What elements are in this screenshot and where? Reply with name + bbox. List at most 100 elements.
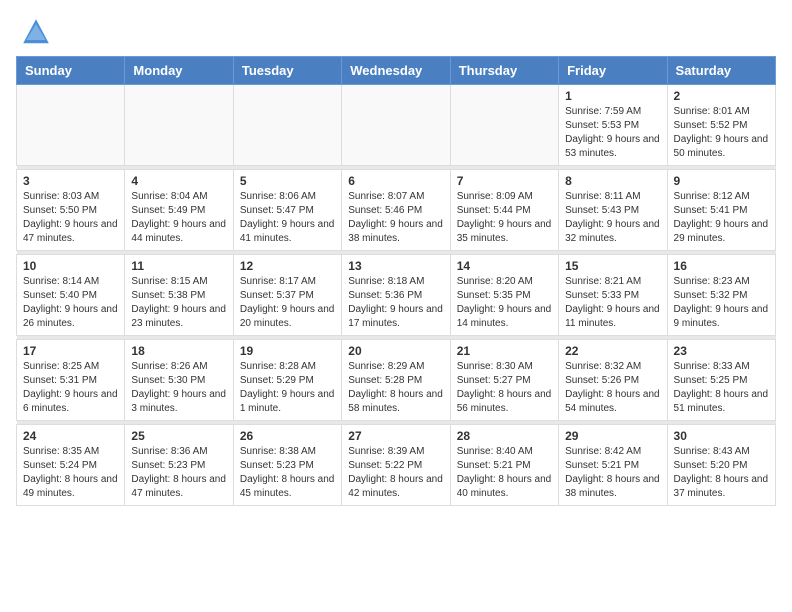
- day-number: 26: [240, 429, 335, 443]
- calendar-week-row: 17 Sunrise: 8:25 AM Sunset: 5:31 PM Dayli…: [17, 340, 776, 421]
- day-number: 27: [348, 429, 443, 443]
- calendar-cell: 21 Sunrise: 8:30 AM Sunset: 5:27 PM Dayli…: [450, 340, 558, 421]
- day-info: Sunrise: 8:21 AM Sunset: 5:33 PM Dayligh…: [565, 275, 660, 331]
- calendar-cell: 3 Sunrise: 8:03 AM Sunset: 5:50 PM Daylig…: [17, 170, 125, 251]
- day-info: Sunrise: 8:30 AM Sunset: 5:27 PM Dayligh…: [457, 360, 552, 416]
- day-info: Sunrise: 7:59 AM Sunset: 5:53 PM Dayligh…: [565, 105, 660, 161]
- calendar-cell: 29 Sunrise: 8:42 AM Sunset: 5:21 PM Dayli…: [559, 425, 667, 506]
- calendar-table: SundayMondayTuesdayWednesdayThursdayFrid…: [16, 56, 776, 506]
- day-number: 19: [240, 344, 335, 358]
- day-number: 24: [23, 429, 118, 443]
- day-info: Sunrise: 8:36 AM Sunset: 5:23 PM Dayligh…: [131, 445, 226, 501]
- calendar-header-row: SundayMondayTuesdayWednesdayThursdayFrid…: [17, 57, 776, 85]
- day-number: 13: [348, 259, 443, 273]
- col-header-sunday: Sunday: [17, 57, 125, 85]
- logo-icon: [20, 16, 52, 48]
- calendar-cell: 6 Sunrise: 8:07 AM Sunset: 5:46 PM Daylig…: [342, 170, 450, 251]
- day-info: Sunrise: 8:01 AM Sunset: 5:52 PM Dayligh…: [674, 105, 769, 161]
- calendar-cell: 22 Sunrise: 8:32 AM Sunset: 5:26 PM Dayli…: [559, 340, 667, 421]
- day-number: 23: [674, 344, 769, 358]
- day-number: 16: [674, 259, 769, 273]
- day-number: 18: [131, 344, 226, 358]
- day-number: 11: [131, 259, 226, 273]
- calendar-week-row: 10 Sunrise: 8:14 AM Sunset: 5:40 PM Dayli…: [17, 255, 776, 336]
- calendar-cell: [450, 85, 558, 166]
- calendar-week-row: 3 Sunrise: 8:03 AM Sunset: 5:50 PM Daylig…: [17, 170, 776, 251]
- day-info: Sunrise: 8:35 AM Sunset: 5:24 PM Dayligh…: [23, 445, 118, 501]
- day-info: Sunrise: 8:03 AM Sunset: 5:50 PM Dayligh…: [23, 190, 118, 246]
- calendar-cell: [342, 85, 450, 166]
- page-header: [0, 0, 792, 56]
- calendar-cell: 13 Sunrise: 8:18 AM Sunset: 5:36 PM Dayli…: [342, 255, 450, 336]
- day-number: 5: [240, 174, 335, 188]
- col-header-tuesday: Tuesday: [233, 57, 341, 85]
- day-info: Sunrise: 8:18 AM Sunset: 5:36 PM Dayligh…: [348, 275, 443, 331]
- logo: [20, 16, 56, 48]
- calendar-cell: 1 Sunrise: 7:59 AM Sunset: 5:53 PM Daylig…: [559, 85, 667, 166]
- col-header-friday: Friday: [559, 57, 667, 85]
- calendar-cell: 5Sunrise: 8:06 AM Sunset: 5:47 PM Daylig…: [233, 170, 341, 251]
- calendar-cell: 23 Sunrise: 8:33 AM Sunset: 5:25 PM Dayli…: [667, 340, 775, 421]
- day-number: 21: [457, 344, 552, 358]
- day-info: Sunrise: 8:32 AM Sunset: 5:26 PM Dayligh…: [565, 360, 660, 416]
- day-number: 3: [23, 174, 118, 188]
- col-header-saturday: Saturday: [667, 57, 775, 85]
- calendar-wrapper: SundayMondayTuesdayWednesdayThursdayFrid…: [0, 56, 792, 514]
- calendar-cell: 30 Sunrise: 8:43 AM Sunset: 5:20 PM Dayli…: [667, 425, 775, 506]
- calendar-cell: 10 Sunrise: 8:14 AM Sunset: 5:40 PM Dayli…: [17, 255, 125, 336]
- calendar-cell: 14 Sunrise: 8:20 AM Sunset: 5:35 PM Dayli…: [450, 255, 558, 336]
- calendar-cell: 24 Sunrise: 8:35 AM Sunset: 5:24 PM Dayli…: [17, 425, 125, 506]
- calendar-cell: 15 Sunrise: 8:21 AM Sunset: 5:33 PM Dayli…: [559, 255, 667, 336]
- calendar-cell: 8 Sunrise: 8:11 AM Sunset: 5:43 PM Daylig…: [559, 170, 667, 251]
- day-number: 22: [565, 344, 660, 358]
- calendar-cell: 18 Sunrise: 8:26 AM Sunset: 5:30 PM Dayli…: [125, 340, 233, 421]
- day-number: 7: [457, 174, 552, 188]
- day-number: 10: [23, 259, 118, 273]
- calendar-cell: 27 Sunrise: 8:39 AM Sunset: 5:22 PM Dayli…: [342, 425, 450, 506]
- day-number: 14: [457, 259, 552, 273]
- calendar-cell: 12Sunrise: 8:17 AM Sunset: 5:37 PM Dayli…: [233, 255, 341, 336]
- day-number: 20: [348, 344, 443, 358]
- day-info: Sunrise: 8:20 AM Sunset: 5:35 PM Dayligh…: [457, 275, 552, 331]
- day-number: 1: [565, 89, 660, 103]
- day-number: 30: [674, 429, 769, 443]
- day-info: Sunrise: 8:09 AM Sunset: 5:44 PM Dayligh…: [457, 190, 552, 246]
- day-info: Sunrise: 8:40 AM Sunset: 5:21 PM Dayligh…: [457, 445, 552, 501]
- day-info: Sunrise: 8:29 AM Sunset: 5:28 PM Dayligh…: [348, 360, 443, 416]
- day-info: Sunrise: 8:43 AM Sunset: 5:20 PM Dayligh…: [674, 445, 769, 501]
- calendar-cell: 4Sunrise: 8:04 AM Sunset: 5:49 PM Daylig…: [125, 170, 233, 251]
- day-info: Sunrise: 8:14 AM Sunset: 5:40 PM Dayligh…: [23, 275, 118, 331]
- day-info: Sunrise: 8:33 AM Sunset: 5:25 PM Dayligh…: [674, 360, 769, 416]
- day-info: Sunrise: 8:26 AM Sunset: 5:30 PM Dayligh…: [131, 360, 226, 416]
- day-number: 29: [565, 429, 660, 443]
- calendar-cell: 19 Sunrise: 8:28 AM Sunset: 5:29 PM Dayli…: [233, 340, 341, 421]
- day-info: Sunrise: 8:04 AM Sunset: 5:49 PM Dayligh…: [131, 190, 226, 246]
- day-number: 8: [565, 174, 660, 188]
- day-number: 25: [131, 429, 226, 443]
- calendar-cell: [233, 85, 341, 166]
- col-header-thursday: Thursday: [450, 57, 558, 85]
- calendar-cell: 11Sunrise: 8:15 AM Sunset: 5:38 PM Dayli…: [125, 255, 233, 336]
- calendar-cell: 17 Sunrise: 8:25 AM Sunset: 5:31 PM Dayli…: [17, 340, 125, 421]
- calendar-week-row: 1 Sunrise: 7:59 AM Sunset: 5:53 PM Daylig…: [17, 85, 776, 166]
- day-number: 12: [240, 259, 335, 273]
- calendar-week-row: 24 Sunrise: 8:35 AM Sunset: 5:24 PM Dayli…: [17, 425, 776, 506]
- day-info: Sunrise: 8:25 AM Sunset: 5:31 PM Dayligh…: [23, 360, 118, 416]
- day-number: 28: [457, 429, 552, 443]
- day-info: Sunrise: 8:12 AM Sunset: 5:41 PM Dayligh…: [674, 190, 769, 246]
- day-number: 15: [565, 259, 660, 273]
- day-number: 17: [23, 344, 118, 358]
- day-info: Sunrise: 8:39 AM Sunset: 5:22 PM Dayligh…: [348, 445, 443, 501]
- day-info: Sunrise: 8:28 AM Sunset: 5:29 PM Dayligh…: [240, 360, 335, 416]
- day-info: Sunrise: 8:07 AM Sunset: 5:46 PM Dayligh…: [348, 190, 443, 246]
- calendar-cell: 2Sunrise: 8:01 AM Sunset: 5:52 PM Daylig…: [667, 85, 775, 166]
- day-info: Sunrise: 8:38 AM Sunset: 5:23 PM Dayligh…: [240, 445, 335, 501]
- day-number: 9: [674, 174, 769, 188]
- day-info: Sunrise: 8:42 AM Sunset: 5:21 PM Dayligh…: [565, 445, 660, 501]
- calendar-cell: 16Sunrise: 8:23 AM Sunset: 5:32 PM Dayli…: [667, 255, 775, 336]
- day-info: Sunrise: 8:11 AM Sunset: 5:43 PM Dayligh…: [565, 190, 660, 246]
- calendar-cell: [125, 85, 233, 166]
- day-number: 6: [348, 174, 443, 188]
- calendar-cell: 20 Sunrise: 8:29 AM Sunset: 5:28 PM Dayli…: [342, 340, 450, 421]
- calendar-cell: 7 Sunrise: 8:09 AM Sunset: 5:44 PM Daylig…: [450, 170, 558, 251]
